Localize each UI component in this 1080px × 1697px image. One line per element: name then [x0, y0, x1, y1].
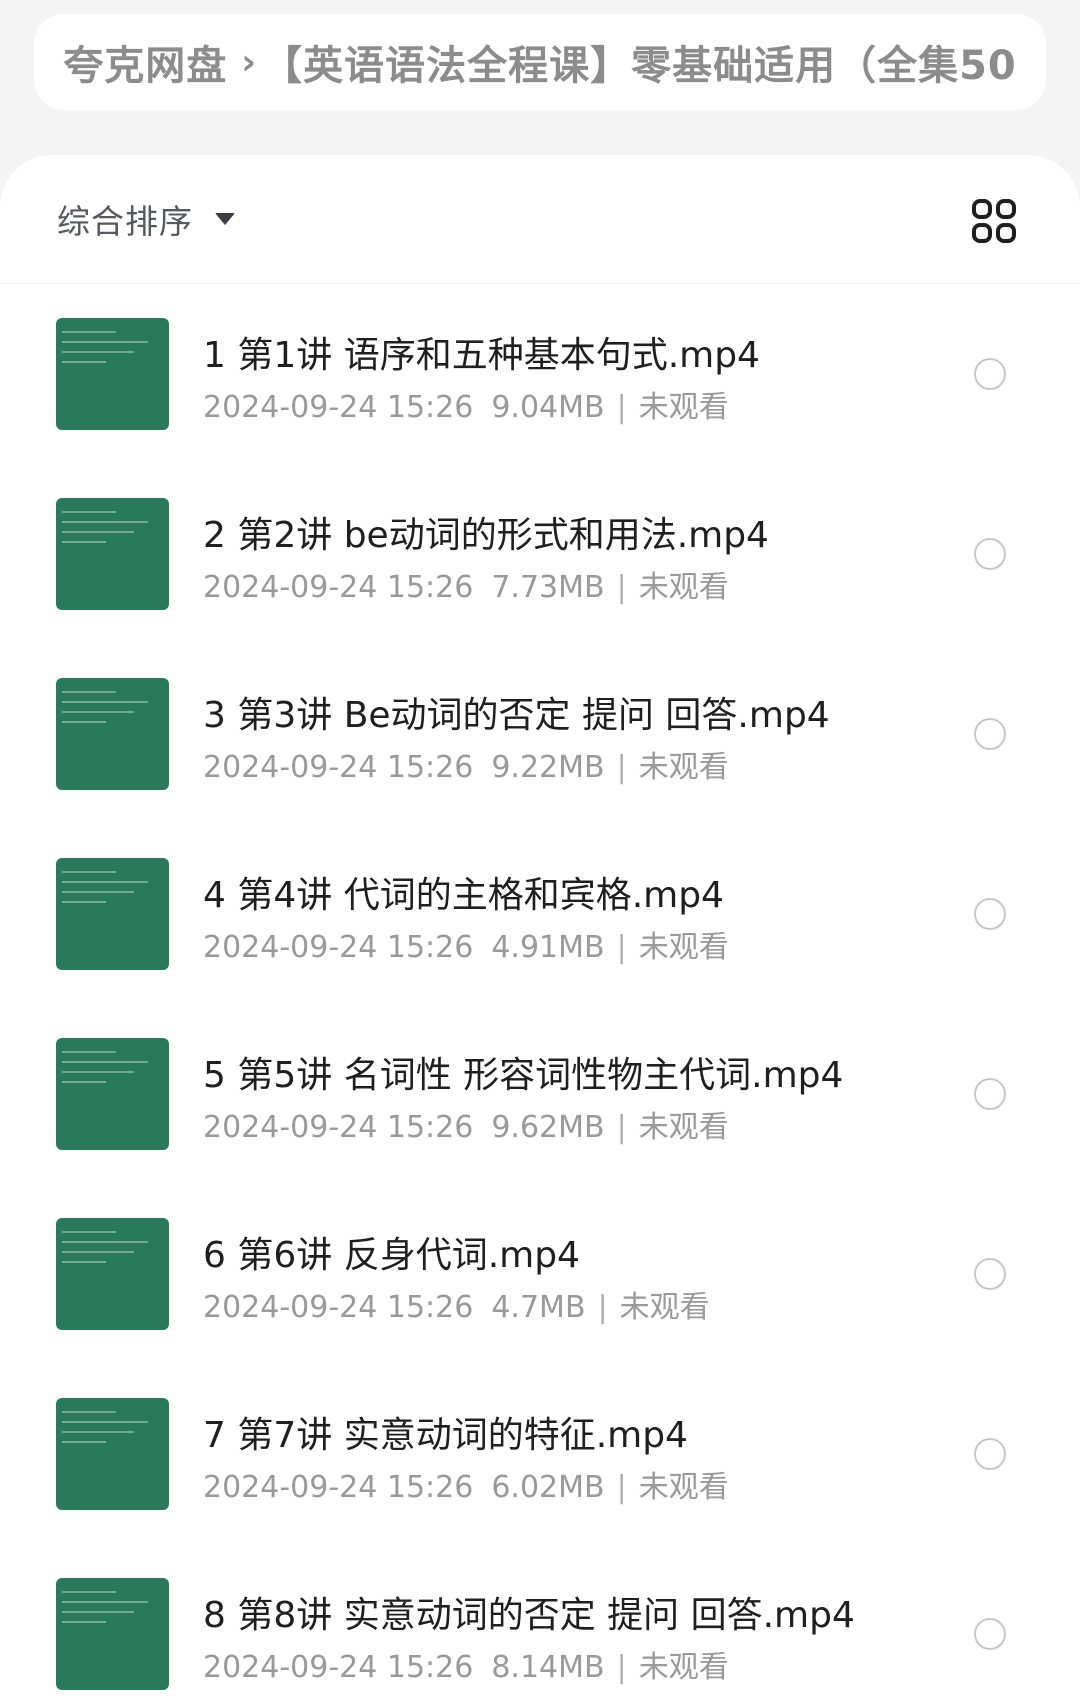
select-radio[interactable]: [974, 1618, 1006, 1650]
breadcrumb-current-folder[interactable]: 【英语语法全程课】零基础适用（全集50: [262, 33, 1017, 91]
select-radio[interactable]: [974, 1078, 1006, 1110]
file-row[interactable]: 8 第8讲 实意动词的否定 提问 回答.mp4 2024-09-24 15:26…: [0, 1578, 1080, 1697]
select-radio[interactable]: [974, 1258, 1006, 1290]
file-size: 9.22MB: [491, 750, 605, 785]
file-date: 2024-09-24 15:26: [203, 390, 474, 425]
file-size: 4.7MB: [491, 1290, 586, 1325]
file-meta: 2024-09-24 15:26 9.22MB | 未观看: [203, 742, 729, 786]
file-browser-page: 夸克网盘 › 【英语语法全程课】零基础适用（全集50 综合排序 1 第1讲 语序…: [0, 0, 1080, 1697]
select-radio[interactable]: [974, 718, 1006, 750]
file-date: 2024-09-24 15:26: [203, 1470, 474, 1505]
meta-divider: |: [597, 1290, 608, 1325]
video-thumbnail: [56, 498, 169, 610]
file-size: 7.73MB: [491, 570, 605, 605]
select-radio[interactable]: [974, 358, 1006, 390]
file-row[interactable]: 7 第7讲 实意动词的特征.mp4 2024-09-24 15:26 6.02MB…: [0, 1398, 1080, 1578]
video-thumbnail: [56, 1398, 169, 1510]
file-row[interactable]: 5 第5讲 名词性 形容词性物主代词.mp4 2024-09-24 15:26 9…: [0, 1038, 1080, 1218]
meta-divider: |: [616, 1110, 627, 1145]
video-thumbnail: [56, 318, 169, 430]
file-list-card: 综合排序 1 第1讲 语序和五种基本句式.mp4 2024-09-24 15:2…: [0, 155, 1080, 1697]
video-thumbnail: [56, 858, 169, 970]
file-row[interactable]: 1 第1讲 语序和五种基本句式.mp4 2024-09-24 15:26 9.04…: [0, 318, 1080, 498]
chevron-right-icon: ›: [241, 41, 257, 83]
grid-view-icon[interactable]: [971, 198, 1017, 244]
file-size: 4.91MB: [491, 930, 605, 965]
file-row[interactable]: 3 第3讲 Be动词的否定 提问 回答.mp4 2024-09-24 15:26…: [0, 678, 1080, 858]
meta-divider: |: [616, 930, 627, 965]
meta-divider: |: [616, 750, 627, 785]
file-name: 2 第2讲 be动词的形式和用法.mp4: [203, 515, 769, 556]
select-radio[interactable]: [974, 898, 1006, 930]
watch-status: 未观看: [638, 1470, 729, 1505]
file-name: 6 第6讲 反身代词.mp4: [203, 1235, 580, 1276]
file-meta: 2024-09-24 15:26 9.04MB | 未观看: [203, 382, 729, 426]
file-date: 2024-09-24 15:26: [203, 570, 474, 605]
file-name: 7 第7讲 实意动词的特征.mp4: [203, 1415, 688, 1456]
file-date: 2024-09-24 15:26: [203, 1650, 474, 1685]
file-meta: 2024-09-24 15:26 7.73MB | 未观看: [203, 562, 729, 606]
file-name: 5 第5讲 名词性 形容词性物主代词.mp4: [203, 1055, 844, 1096]
file-size: 8.14MB: [491, 1650, 605, 1685]
select-radio[interactable]: [974, 1438, 1006, 1470]
sort-label: 综合排序: [57, 202, 193, 241]
file-date: 2024-09-24 15:26: [203, 930, 474, 965]
file-name: 4 第4讲 代词的主格和宾格.mp4: [203, 875, 724, 916]
file-meta: 2024-09-24 15:26 8.14MB | 未观看: [203, 1642, 729, 1686]
meta-divider: |: [616, 570, 627, 605]
video-thumbnail: [56, 1218, 169, 1330]
watch-status: 未观看: [638, 390, 729, 425]
watch-status: 未观看: [638, 750, 729, 785]
file-date: 2024-09-24 15:26: [203, 1290, 474, 1325]
file-size: 9.04MB: [491, 390, 605, 425]
caret-down-icon: [215, 213, 235, 225]
meta-divider: |: [616, 1470, 627, 1505]
file-size: 9.62MB: [491, 1110, 605, 1145]
file-date: 2024-09-24 15:26: [203, 750, 474, 785]
file-meta: 2024-09-24 15:26 9.62MB | 未观看: [203, 1102, 729, 1146]
file-row[interactable]: 4 第4讲 代词的主格和宾格.mp4 2024-09-24 15:26 4.91M…: [0, 858, 1080, 1038]
file-date: 2024-09-24 15:26: [203, 1110, 474, 1145]
breadcrumb: 夸克网盘 › 【英语语法全程课】零基础适用（全集50: [34, 14, 1046, 110]
video-thumbnail: [56, 1578, 169, 1690]
sort-dropdown[interactable]: 综合排序: [57, 195, 235, 243]
meta-divider: |: [616, 390, 627, 425]
file-meta: 2024-09-24 15:26 4.7MB | 未观看: [203, 1282, 710, 1326]
select-radio[interactable]: [974, 538, 1006, 570]
watch-status: 未观看: [638, 570, 729, 605]
video-thumbnail: [56, 678, 169, 790]
file-size: 6.02MB: [491, 1470, 605, 1505]
watch-status: 未观看: [638, 930, 729, 965]
file-name: 1 第1讲 语序和五种基本句式.mp4: [203, 335, 760, 376]
file-meta: 2024-09-24 15:26 4.91MB | 未观看: [203, 922, 729, 966]
meta-divider: |: [616, 1650, 627, 1685]
file-row[interactable]: 2 第2讲 be动词的形式和用法.mp4 2024-09-24 15:26 7.7…: [0, 498, 1080, 678]
file-meta: 2024-09-24 15:26 6.02MB | 未观看: [203, 1462, 729, 1506]
watch-status: 未观看: [619, 1290, 710, 1325]
video-thumbnail: [56, 1038, 169, 1150]
file-name: 8 第8讲 实意动词的否定 提问 回答.mp4: [203, 1595, 855, 1636]
sort-toolbar: 综合排序: [0, 155, 1080, 284]
breadcrumb-root[interactable]: 夸克网盘: [63, 33, 227, 91]
file-name: 3 第3讲 Be动词的否定 提问 回答.mp4: [203, 695, 830, 736]
watch-status: 未观看: [638, 1110, 729, 1145]
file-row[interactable]: 6 第6讲 反身代词.mp4 2024-09-24 15:26 4.7MB | 未观看: [0, 1218, 1080, 1398]
watch-status: 未观看: [638, 1650, 729, 1685]
